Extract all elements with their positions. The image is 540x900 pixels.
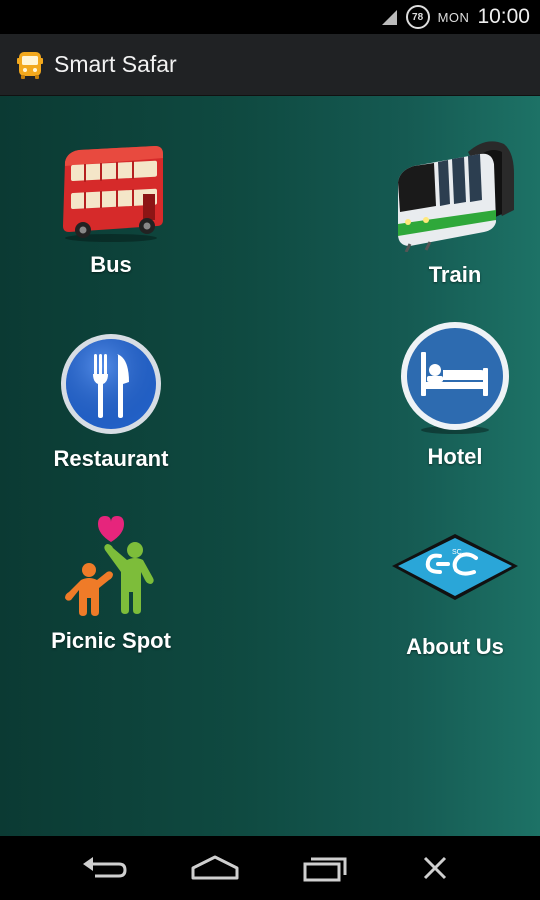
svg-text:SC: SC — [452, 549, 462, 556]
train-icon — [398, 141, 514, 252]
restaurant-icon — [61, 334, 161, 434]
tile-hotel[interactable]: Hotel — [355, 322, 540, 470]
tile-restaurant[interactable]: Restaurant — [11, 332, 211, 472]
hotel-icon — [401, 322, 509, 434]
tile-about-us-label: About Us — [406, 634, 504, 659]
home-icon — [191, 855, 239, 880]
tile-bus[interactable]: Bus — [11, 142, 211, 278]
status-time: 10:00 — [477, 5, 530, 28]
app-title: Smart Safar — [54, 51, 177, 77]
tile-train-label: Train — [428, 262, 482, 287]
signal-icon — [381, 10, 397, 25]
system-nav-bar — [0, 836, 540, 900]
status-day: MON — [437, 9, 470, 25]
recents-icon — [303, 857, 347, 882]
main-menu: Bus Train Restaurant Hotel Picnic Spot S… — [0, 96, 540, 836]
back-icon — [83, 857, 127, 878]
back-button[interactable] — [75, 848, 135, 888]
tile-picnic-spot-label: Picnic Spot — [51, 628, 171, 653]
tile-hotel-label: Hotel — [427, 444, 483, 469]
bus-icon — [63, 146, 163, 242]
status-bar: 78 MON 10:00 — [0, 0, 540, 34]
tile-train[interactable]: Train — [355, 134, 540, 288]
close-icon — [423, 856, 447, 880]
tile-picnic-spot[interactable]: Picnic Spot — [11, 514, 211, 654]
action-bar: Smart Safar — [0, 34, 540, 96]
tile-restaurant-label: Restaurant — [53, 446, 169, 471]
battery-level: 78 — [412, 11, 424, 23]
tile-about-us[interactable]: SC About Us — [355, 528, 540, 660]
recents-button[interactable] — [295, 848, 355, 888]
home-button[interactable] — [185, 848, 245, 888]
close-button[interactable] — [405, 848, 465, 888]
tile-bus-label: Bus — [90, 252, 132, 277]
app-logo-icon — [17, 51, 43, 79]
battery-icon: 78 — [405, 5, 430, 29]
picnic-icon — [65, 516, 154, 616]
about-logo-icon: SC — [392, 534, 518, 600]
